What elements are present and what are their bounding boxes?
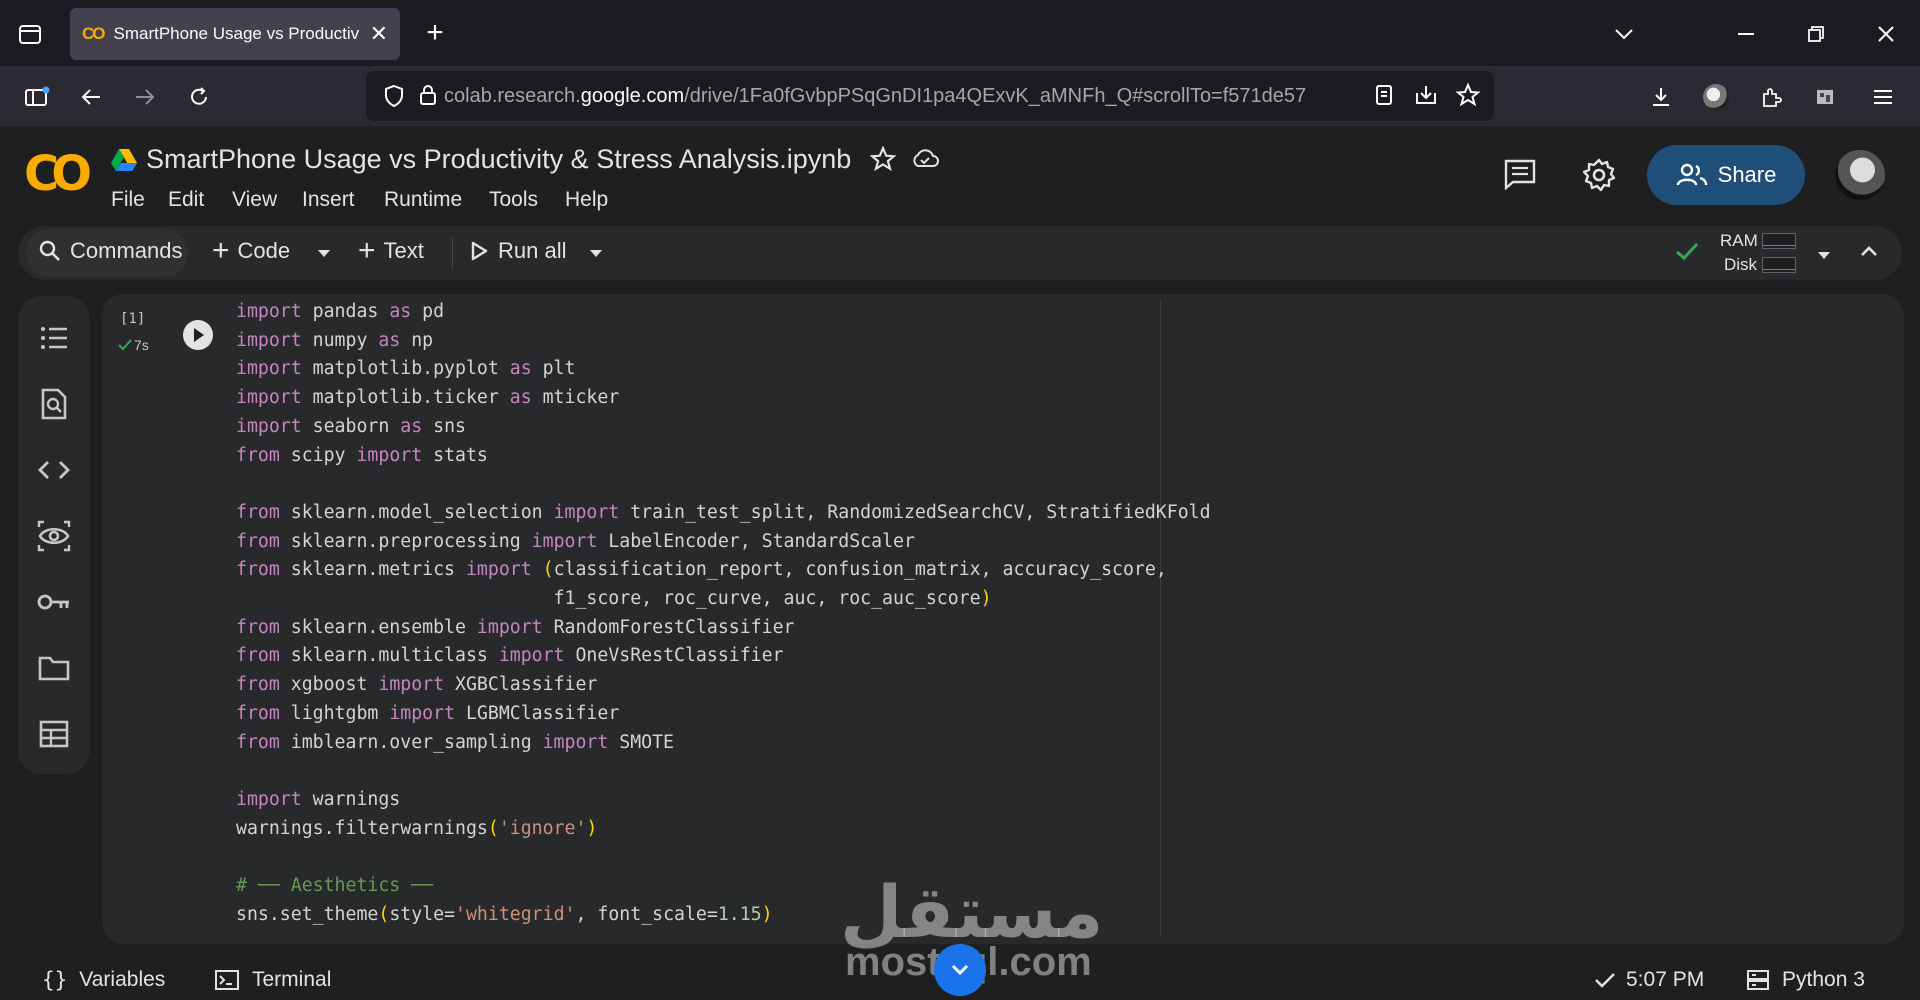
runtime-type-button[interactable]: Python 3 bbox=[1746, 968, 1865, 992]
terminal-label: Terminal bbox=[252, 968, 332, 991]
extension-app-icon[interactable] bbox=[1808, 80, 1842, 114]
add-code-button[interactable]: + Code bbox=[212, 234, 291, 267]
sidebar-toggle-icon[interactable] bbox=[20, 80, 54, 114]
menu-file[interactable]: File bbox=[111, 188, 145, 212]
code-dropdown-caret-icon[interactable] bbox=[316, 246, 332, 264]
execution-success-check-icon bbox=[117, 338, 133, 357]
braces-icon: {} bbox=[42, 968, 68, 992]
address-bar[interactable]: colab.research.google.com/drive/1Fa0fGvb… bbox=[366, 71, 1494, 121]
app-menu-hamburger-icon[interactable] bbox=[1866, 80, 1900, 114]
add-text-button[interactable]: + Text bbox=[358, 234, 424, 267]
disk-label[interactable]: Disk bbox=[1724, 255, 1757, 275]
colab-logo[interactable]: CO bbox=[24, 146, 92, 202]
menu-view[interactable]: View bbox=[232, 188, 277, 212]
execution-count: [1] bbox=[120, 311, 146, 327]
tab-title: SmartPhone Usage vs Productiv bbox=[113, 24, 360, 43]
minimize-window-icon[interactable] bbox=[1730, 18, 1762, 50]
extensions-icon[interactable] bbox=[1754, 80, 1788, 114]
secrets-key-icon[interactable] bbox=[34, 582, 74, 622]
menu-runtime[interactable]: Runtime bbox=[384, 188, 462, 212]
execution-time: 7s bbox=[134, 337, 149, 353]
close-tab-icon[interactable]: ✕ bbox=[370, 21, 388, 47]
menu-help[interactable]: Help bbox=[565, 188, 608, 212]
lock-icon[interactable] bbox=[418, 83, 438, 112]
run-all-button[interactable]: Run all bbox=[470, 238, 566, 264]
code-snippets-icon[interactable] bbox=[34, 450, 74, 490]
last-run-status[interactable]: 5:07 PM bbox=[1594, 968, 1704, 992]
cloud-saved-icon[interactable] bbox=[910, 146, 940, 177]
toolbar-divider bbox=[452, 238, 453, 268]
star-notebook-icon[interactable] bbox=[869, 145, 897, 177]
reader-view-icon[interactable] bbox=[1374, 84, 1394, 111]
files-folder-icon[interactable] bbox=[34, 648, 74, 688]
ram-label[interactable]: RAM bbox=[1720, 231, 1758, 251]
settings-gear-icon[interactable] bbox=[1582, 158, 1616, 197]
terminal-button[interactable]: Terminal bbox=[214, 968, 331, 992]
forward-arrow-icon[interactable] bbox=[128, 80, 162, 114]
variables-label: Variables bbox=[79, 968, 166, 991]
back-arrow-icon[interactable] bbox=[74, 80, 108, 114]
run-all-dropdown-caret-icon[interactable] bbox=[588, 246, 604, 264]
resources-dropdown-caret-icon[interactable] bbox=[1816, 248, 1832, 266]
people-icon bbox=[1676, 163, 1708, 187]
chevron-down-icon bbox=[950, 963, 970, 977]
disk-usage-meter[interactable] bbox=[1762, 257, 1796, 273]
close-window-icon[interactable] bbox=[1870, 18, 1902, 50]
play-icon bbox=[191, 327, 205, 343]
data-table-icon[interactable] bbox=[34, 714, 74, 754]
code-label: Code bbox=[237, 238, 291, 263]
last-run-time: 5:07 PM bbox=[1626, 968, 1705, 991]
reload-icon[interactable] bbox=[182, 80, 216, 114]
tab-list-icon[interactable] bbox=[14, 18, 46, 50]
scroll-down-button[interactable] bbox=[934, 944, 986, 996]
notebook-toolbar bbox=[18, 226, 1902, 280]
play-icon bbox=[470, 241, 488, 261]
runtime-label: Python 3 bbox=[1782, 968, 1865, 991]
url-text[interactable]: colab.research.google.com/drive/1Fa0fGvb… bbox=[444, 85, 1306, 108]
collapse-header-chevron-icon[interactable] bbox=[1860, 244, 1878, 262]
table-of-contents-icon[interactable] bbox=[34, 318, 74, 358]
new-tab-button[interactable]: + bbox=[418, 16, 452, 50]
tab-overflow-chevron-icon[interactable] bbox=[1608, 18, 1640, 50]
restore-window-icon[interactable] bbox=[1800, 18, 1832, 50]
menu-edit[interactable]: Edit bbox=[168, 188, 204, 212]
search-icon bbox=[38, 239, 62, 263]
run-cell-button[interactable] bbox=[183, 320, 213, 350]
connected-check-icon bbox=[1674, 240, 1700, 267]
commands-label: Commands bbox=[70, 238, 183, 263]
browser-tab-active[interactable]: CO SmartPhone Usage vs Productiv ✕ bbox=[70, 8, 400, 60]
downloads-icon[interactable] bbox=[1644, 80, 1678, 114]
text-label: Text bbox=[383, 238, 424, 263]
account-avatar-icon[interactable] bbox=[1703, 84, 1729, 110]
commands-button-content[interactable]: Commands bbox=[38, 238, 182, 264]
google-drive-icon bbox=[110, 148, 138, 177]
menu-insert[interactable]: Insert bbox=[302, 188, 355, 212]
server-icon bbox=[1746, 969, 1770, 991]
user-avatar[interactable] bbox=[1835, 150, 1885, 200]
check-icon bbox=[1594, 971, 1616, 989]
bookmark-star-icon[interactable] bbox=[1455, 82, 1481, 112]
ram-usage-meter[interactable] bbox=[1762, 233, 1796, 249]
menu-tools[interactable]: Tools bbox=[489, 188, 538, 212]
share-button[interactable]: Share bbox=[1647, 145, 1805, 205]
comments-icon[interactable] bbox=[1503, 158, 1537, 195]
plus-icon: + bbox=[358, 234, 376, 267]
run-all-label: Run all bbox=[498, 238, 567, 263]
variables-inspector-icon[interactable] bbox=[34, 516, 74, 556]
find-replace-icon[interactable] bbox=[34, 384, 74, 424]
shield-icon[interactable] bbox=[384, 84, 404, 113]
save-page-icon[interactable] bbox=[1414, 83, 1438, 112]
variables-button[interactable]: {} Variables bbox=[42, 968, 165, 992]
colab-favicon-icon: CO bbox=[82, 24, 105, 43]
notebook-title[interactable]: SmartPhone Usage vs Productivity & Stres… bbox=[146, 144, 851, 175]
share-label: Share bbox=[1717, 162, 1777, 187]
plus-icon: + bbox=[212, 234, 230, 267]
terminal-icon bbox=[214, 969, 240, 991]
code-editor[interactable]: import pandas as pd import numpy as np i… bbox=[236, 298, 1211, 929]
